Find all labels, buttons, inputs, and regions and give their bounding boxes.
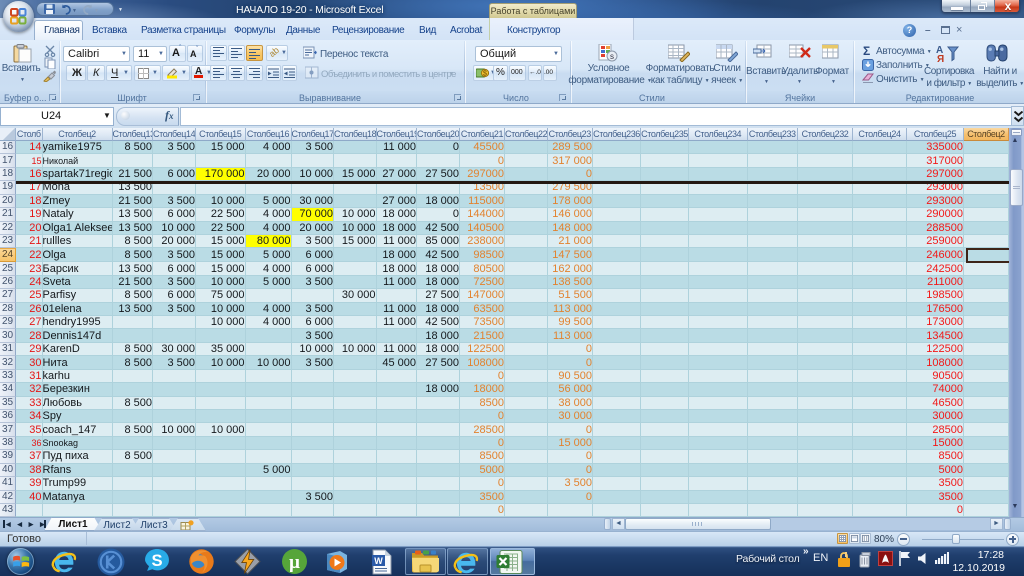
svg-text:s: s xyxy=(610,52,614,61)
svg-text:W: W xyxy=(374,556,383,566)
svg-text:$: $ xyxy=(483,71,487,78)
svg-text:µ: µ xyxy=(289,552,300,573)
svg-text:S: S xyxy=(151,551,162,570)
svg-text:Я: Я xyxy=(937,54,944,63)
